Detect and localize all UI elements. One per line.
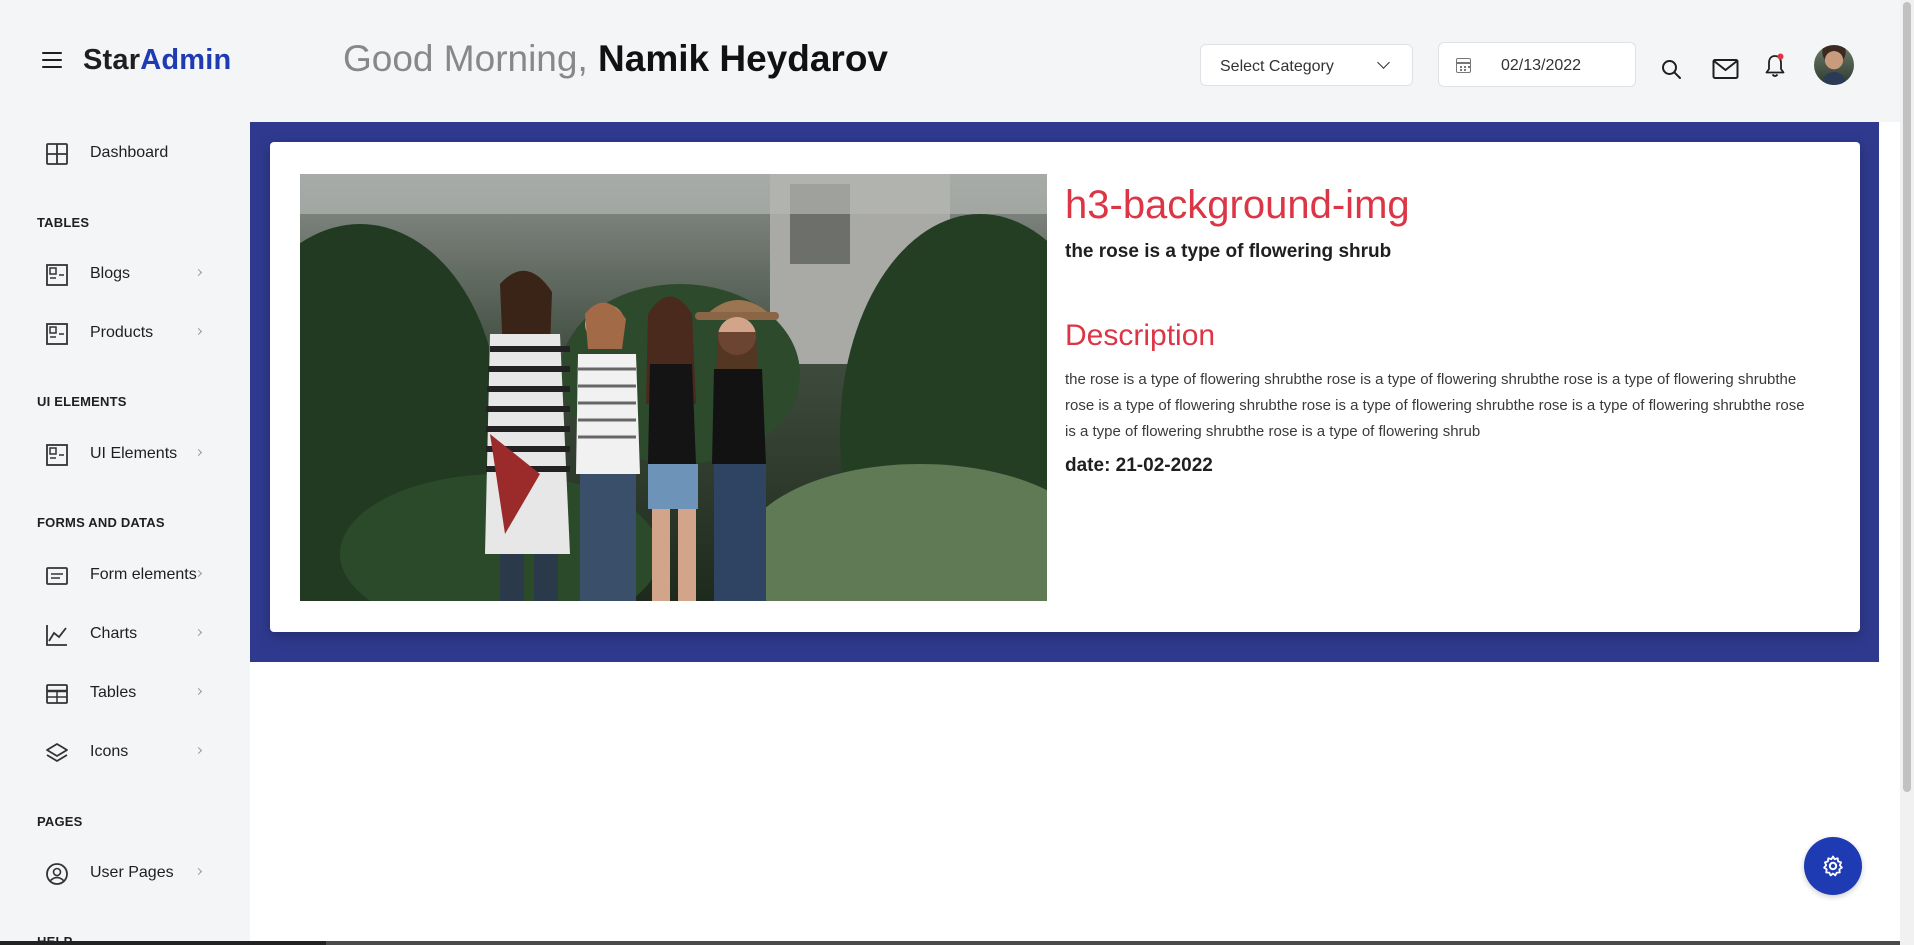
brand-logo[interactable]: StarAdmin — [83, 44, 231, 77]
category-select[interactable]: Select Category — [1200, 44, 1413, 86]
chevron-right-icon — [194, 867, 203, 876]
card-date: date: 21-02-2022 — [1065, 455, 1213, 476]
sidebar-item-label: Charts — [90, 625, 138, 642]
search-icon[interactable] — [1661, 59, 1681, 79]
gear-icon — [1823, 855, 1843, 877]
sidebar-item-charts[interactable]: Charts — [0, 612, 250, 656]
brand-logo-part2: Admin — [140, 44, 232, 76]
chevron-right-icon — [194, 687, 203, 696]
date-picker[interactable]: 02/13/2022 — [1438, 42, 1636, 87]
table-icon — [46, 684, 68, 704]
sidebar-item-tables[interactable]: Tables — [0, 671, 250, 715]
horizontal-scrollbar[interactable] — [0, 941, 1900, 945]
section-pages: PAGES — [37, 814, 83, 829]
chart-icon — [46, 625, 67, 646]
user-circle-icon — [46, 863, 68, 885]
sidebar-item-label: Products — [90, 324, 154, 341]
sidebar-item-label: Icons — [90, 743, 129, 760]
form-icon — [46, 567, 68, 585]
sidebar-item-icons[interactable]: Icons — [0, 730, 250, 774]
main-content: h3-background-img the rose is a type of … — [250, 122, 1900, 945]
category-select-value: Select Category — [1220, 58, 1334, 75]
sidebar: Dashboard TABLES Blogs Products UI ELEME… — [0, 122, 250, 945]
section-tables: TABLES — [37, 215, 90, 230]
chevron-right-icon — [194, 327, 203, 336]
grid-icon — [46, 143, 68, 165]
scrollbar-thumb[interactable] — [1903, 2, 1911, 792]
sidebar-item-ui-elements[interactable]: UI Elements — [0, 432, 250, 476]
sidebar-item-label: Tables — [90, 684, 137, 701]
menu-icon[interactable] — [42, 52, 62, 68]
chevron-down-icon — [1377, 56, 1390, 69]
description-heading: Description — [1065, 319, 1216, 352]
sidebar-item-blogs[interactable]: Blogs — [0, 252, 250, 296]
greeting-name: Namik Heydarov — [598, 38, 888, 79]
layout-icon — [46, 323, 68, 345]
sidebar-item-label: User Pages — [90, 864, 174, 881]
section-forms-and-datas: FORMS AND DATAS — [37, 515, 165, 530]
content-card: h3-background-img the rose is a type of … — [270, 142, 1860, 632]
sidebar-item-dashboard[interactable]: Dashboard — [0, 131, 250, 175]
top-navbar: StarAdmin Good Morning, Namik Heydarov S… — [0, 0, 1900, 122]
chevron-right-icon — [194, 628, 203, 637]
sidebar-item-label: Dashboard — [90, 144, 169, 161]
sidebar-item-label: Form elements — [90, 566, 197, 583]
layers-icon — [46, 743, 68, 762]
mail-icon[interactable] — [1712, 58, 1739, 80]
sidebar-item-label: Blogs — [90, 265, 131, 282]
calendar-icon — [1456, 58, 1471, 73]
layout-icon — [46, 444, 68, 466]
greeting-prefix: Good Morning, — [343, 38, 599, 79]
brand-logo-part1: Star — [83, 44, 141, 76]
description-text: the rose is a type of flowering shrubthe… — [1065, 371, 1805, 440]
avatar[interactable] — [1814, 45, 1854, 85]
section-ui-elements: UI ELEMENTS — [37, 394, 127, 409]
sidebar-item-label: UI Elements — [90, 445, 178, 462]
chevron-right-icon — [194, 746, 203, 755]
date-picker-value: 02/13/2022 — [1501, 57, 1582, 74]
layout-icon — [46, 264, 68, 286]
sidebar-item-user-pages[interactable]: User Pages — [0, 851, 250, 895]
blue-banner: h3-background-img the rose is a type of … — [250, 122, 1879, 662]
sidebar-item-products[interactable]: Products — [0, 311, 250, 355]
vertical-scrollbar[interactable] — [1900, 0, 1914, 945]
settings-button[interactable] — [1804, 837, 1862, 895]
chevron-right-icon — [194, 448, 203, 457]
card-subtitle: the rose is a type of flowering shrub — [1065, 241, 1392, 262]
chevron-right-icon — [194, 268, 203, 277]
card-text: h3-background-img the rose is a type of … — [1065, 182, 1805, 477]
sidebar-item-form-elements[interactable]: Form elements — [0, 553, 250, 597]
horizontal-scrollbar-thumb[interactable] — [0, 941, 326, 945]
page-greeting: Good Morning, Namik Heydarov — [343, 38, 888, 80]
bell-icon[interactable] — [1764, 53, 1786, 79]
card-title: h3-background-img — [1065, 183, 1410, 227]
greenhouse-photo — [300, 174, 1047, 601]
